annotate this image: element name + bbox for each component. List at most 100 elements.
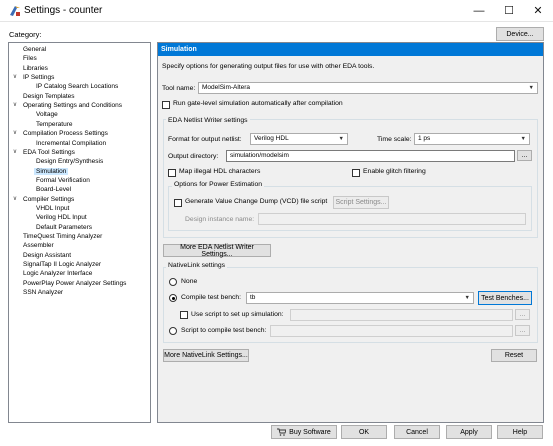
- format-select[interactable]: Verilog HDL ▼: [250, 133, 348, 145]
- more-netlist-settings-button[interactable]: More EDA Netlist Writer Settings...: [163, 244, 271, 258]
- tree-item-label: EDA Tool Settings: [23, 148, 75, 156]
- ok-button[interactable]: OK: [341, 425, 387, 439]
- tree-item[interactable]: ∨ Compiler Settings: [13, 195, 75, 204]
- script-settings-button[interactable]: Script Settings...: [333, 196, 389, 209]
- tree-item[interactable]: SignalTap II Logic Analyzer: [23, 260, 101, 269]
- tree-item[interactable]: Incremental Compilation: [36, 139, 106, 148]
- panel-description: Specify options for generating output fi…: [162, 63, 375, 70]
- panel-title: Simulation: [158, 43, 543, 56]
- use-script-label: Use script to set up simulation:: [191, 311, 284, 318]
- tree-item[interactable]: Assembler: [23, 241, 54, 250]
- cart-icon: [277, 428, 287, 436]
- script-compile-radio[interactable]: [169, 327, 177, 335]
- tree-item-label: Default Parameters: [36, 223, 92, 231]
- tree-item-label: Compiler Settings: [23, 195, 75, 203]
- tree-item[interactable]: Board-Level: [36, 185, 71, 194]
- tree-item[interactable]: TimeQuest Timing Analyzer: [23, 232, 102, 241]
- tree-item[interactable]: Design Assistant: [23, 251, 71, 260]
- tree-item[interactable]: General: [23, 45, 46, 54]
- tree-item[interactable]: IP Catalog Search Locations: [36, 82, 118, 91]
- compile-bench-select[interactable]: tb ▼: [246, 292, 474, 304]
- chevron-down-icon[interactable]: ∨: [12, 101, 18, 110]
- category-tree[interactable]: General Files Libraries ∨ IP Settings IP Cata…: [8, 42, 151, 423]
- more-nativelink-settings-button[interactable]: More NativeLink Settings...: [163, 349, 249, 362]
- script-compile-field[interactable]: [270, 325, 513, 337]
- tree-item[interactable]: Design Templates: [23, 92, 75, 101]
- compile-bench-value: tb: [250, 294, 256, 301]
- tree-item-label: Operating Settings and Conditions: [23, 102, 123, 110]
- vcd-checkbox[interactable]: [174, 199, 182, 207]
- tree-item-label: IP Settings: [23, 74, 55, 82]
- device-button[interactable]: Device...: [496, 27, 544, 41]
- use-script-field[interactable]: [290, 309, 513, 321]
- browse-script-compile-button[interactable]: ...: [515, 325, 530, 336]
- tree-item-label: Assembler: [23, 242, 54, 250]
- tree-item-label: Design Assistant: [23, 251, 72, 259]
- cancel-button[interactable]: Cancel: [394, 425, 440, 439]
- compile-bench-radio[interactable]: [169, 294, 177, 302]
- map-illegal-checkbox[interactable]: [168, 169, 176, 177]
- dropdown-arrow-icon: ▼: [338, 136, 344, 142]
- output-dir-field[interactable]: simulation/modelsim: [226, 150, 515, 162]
- window-title: Settings - counter: [24, 5, 103, 16]
- nativelink-group-title: NativeLink settings: [166, 262, 228, 269]
- tree-item[interactable]: Logic Analyzer Interface: [23, 269, 92, 278]
- tree-item[interactable]: Temperature: [36, 120, 73, 129]
- chevron-down-icon[interactable]: ∨: [12, 129, 18, 138]
- tree-item-label: Temperature: [36, 120, 73, 128]
- chevron-down-icon[interactable]: ∨: [12, 73, 18, 82]
- dropdown-arrow-icon: ▼: [464, 295, 470, 301]
- tree-item-label: Incremental Compilation: [36, 139, 107, 147]
- reset-button[interactable]: Reset: [491, 349, 537, 362]
- none-radio[interactable]: [169, 278, 177, 286]
- glitch-filter-checkbox[interactable]: [352, 169, 360, 177]
- tree-item[interactable]: Libraries: [23, 64, 48, 73]
- gate-level-checkbox[interactable]: [162, 101, 170, 109]
- tool-name-value: ModelSim-Altera: [202, 84, 251, 91]
- tree-item[interactable]: Formal Verification: [36, 176, 90, 185]
- tree-item[interactable]: Voltage: [36, 110, 58, 119]
- dropdown-arrow-icon: ▼: [528, 85, 534, 91]
- tree-item-label: General: [23, 46, 47, 53]
- minimize-button[interactable]: —: [464, 0, 494, 22]
- tree-item[interactable]: Design Entry/Synthesis: [36, 157, 103, 166]
- timescale-select[interactable]: 1 ps ▼: [414, 133, 530, 145]
- timescale-value: 1 ps: [418, 135, 431, 142]
- script-compile-label: Script to compile test bench:: [181, 327, 267, 334]
- tool-name-label: Tool name:: [162, 85, 196, 92]
- test-benches-button[interactable]: Test Benches...: [478, 291, 532, 305]
- tree-item[interactable]: Default Parameters: [36, 223, 92, 232]
- tree-item-label: SignalTap II Logic Analyzer: [23, 261, 102, 269]
- buy-software-button[interactable]: Buy Software: [271, 425, 337, 439]
- tool-name-select[interactable]: ModelSim-Altera ▼: [198, 82, 538, 94]
- tree-item-label: PowerPlay Power Analyzer Settings: [23, 279, 127, 287]
- instance-name-field[interactable]: [258, 213, 526, 225]
- browse-use-script-button[interactable]: ...: [515, 309, 530, 320]
- tree-item-label: Voltage: [36, 111, 58, 119]
- help-button[interactable]: Help: [497, 425, 543, 439]
- tree-item[interactable]: Simulation: [34, 167, 69, 176]
- tree-item[interactable]: Verilog HDL Input: [36, 213, 87, 222]
- chevron-down-icon[interactable]: ∨: [12, 195, 18, 204]
- tree-item-label: Libraries: [23, 64, 48, 72]
- tree-item[interactable]: Files: [23, 54, 37, 63]
- timescale-label: Time scale:: [377, 136, 412, 143]
- glitch-filter-label: Enable glitch filtering: [363, 168, 426, 175]
- vcd-label: Generate Value Change Dump (VCD) file sc…: [185, 198, 328, 205]
- tree-item-label: Formal Verification: [36, 176, 90, 184]
- use-script-checkbox[interactable]: [180, 311, 188, 319]
- instance-name-label: Design instance name:: [185, 216, 255, 223]
- tree-item[interactable]: ∨ Compilation Process Settings: [13, 129, 108, 138]
- maximize-button[interactable]: ☐: [494, 0, 524, 22]
- tree-item[interactable]: PowerPlay Power Analyzer Settings: [23, 279, 126, 288]
- chevron-down-icon[interactable]: ∨: [12, 148, 18, 157]
- tree-item[interactable]: ∨ EDA Tool Settings: [13, 148, 75, 157]
- apply-button[interactable]: Apply: [446, 425, 492, 439]
- tree-item[interactable]: ∨ IP Settings: [13, 73, 55, 82]
- tree-item[interactable]: ∨ Operating Settings and Conditions: [13, 101, 123, 110]
- browse-output-dir-button[interactable]: ...: [517, 150, 532, 161]
- tree-item[interactable]: SSN Analyzer: [23, 288, 63, 297]
- close-button[interactable]: ✕: [523, 0, 553, 22]
- output-dir-label: Output directory:: [168, 153, 219, 160]
- tree-item[interactable]: VHDL Input: [36, 204, 69, 213]
